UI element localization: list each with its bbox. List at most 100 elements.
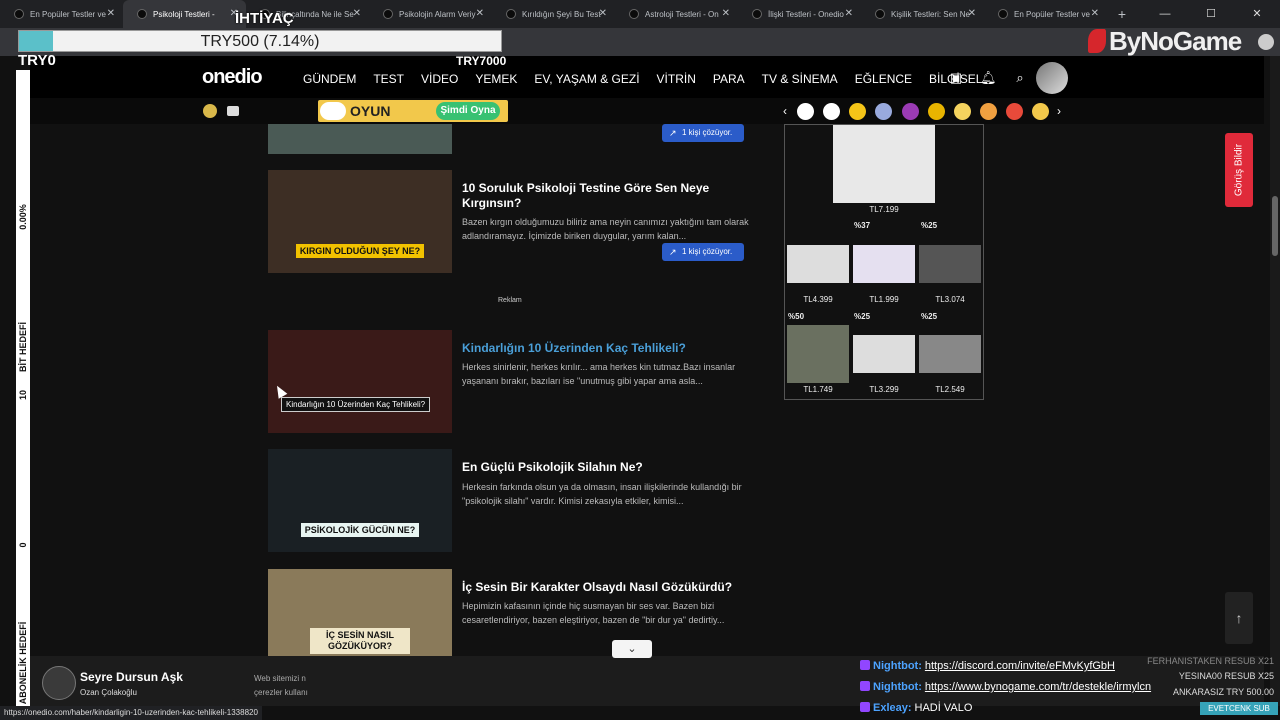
nav-item-yemek[interactable]: YEMEK xyxy=(475,72,517,86)
search-icon[interactable]: ⌕ xyxy=(1012,70,1028,86)
close-window-icon[interactable]: ✕ xyxy=(1234,0,1280,28)
story-circle[interactable] xyxy=(980,103,997,120)
event-row: FERHANISTAKEN RESUB X21 xyxy=(1147,656,1274,666)
nav-item-eglence[interactable]: EĞLENCE xyxy=(855,72,912,86)
browser-tab[interactable]: İlişki Testleri - Onedio ✕ xyxy=(738,0,861,28)
bot-badge-icon xyxy=(860,681,870,691)
story-circle[interactable] xyxy=(797,103,814,120)
onedio-favicon-icon xyxy=(875,9,885,19)
browser-tab[interactable]: Astroloji Testleri - On ✕ xyxy=(615,0,738,28)
bit-goal-value: 10 xyxy=(18,389,28,401)
tab-title: Astroloji Testleri - On xyxy=(645,9,719,19)
bell-icon[interactable]: 🔔︎ xyxy=(980,70,997,86)
scroll-to-top-button[interactable]: ↑ xyxy=(1225,592,1253,644)
browser-tab[interactable]: Kişilik Testleri: Sen Ne ✕ xyxy=(861,0,984,28)
product-image[interactable] xyxy=(919,335,981,373)
article-title[interactable]: 10 Soruluk Psikoloji Testine Göre Sen Ne… xyxy=(462,181,752,211)
close-icon[interactable]: ✕ xyxy=(107,8,115,19)
browser-tab[interactable]: Psikolojin Alarm Veriy ✕ xyxy=(369,0,492,28)
story-circle[interactable] xyxy=(1006,103,1023,120)
close-icon[interactable]: ✕ xyxy=(968,8,976,19)
article-title[interactable]: Kindarlığın 10 Üzerinden Kaç Tehlikeli? xyxy=(462,341,752,356)
nav-item-video[interactable]: VİDEO xyxy=(421,72,458,86)
article-image[interactable] xyxy=(268,124,452,154)
cookie-text: Web sitemizi n çerezler kullanı xyxy=(254,672,308,700)
product-image[interactable] xyxy=(853,335,915,373)
event-name: ANKARASIZ xyxy=(1172,687,1224,697)
article-title[interactable]: En Güçlü Psikolojik Silahın Ne? xyxy=(462,460,752,475)
product-image[interactable] xyxy=(919,245,981,283)
tooltip: Kindarlığın 10 Üzerinden Kaç Tehlikeli? xyxy=(281,397,431,412)
tab-title: Psikoloji Testleri - xyxy=(153,9,215,19)
story-circle[interactable] xyxy=(1032,103,1049,120)
sub-goal-label: ABONELİK HEDEFİ xyxy=(18,621,28,705)
minimize-icon[interactable]: — xyxy=(1142,0,1188,28)
feedback-label: Görüş Bildir xyxy=(1233,143,1245,197)
browser-tab[interactable]: En Popüler Testler ve ✕ xyxy=(0,0,123,28)
browser-tab[interactable]: En Popüler Testler ve ✕ xyxy=(984,0,1107,28)
browser-tab-active[interactable]: Psikoloji Testleri - ✕ xyxy=(123,0,246,28)
maximize-icon[interactable]: ☐ xyxy=(1188,0,1234,28)
article-image[interactable] xyxy=(268,330,452,433)
profile-icon[interactable] xyxy=(1258,34,1274,50)
product-image[interactable] xyxy=(787,245,849,283)
goal-label: İHTİYAÇ xyxy=(235,10,294,27)
story-circle[interactable] xyxy=(823,103,840,120)
feedback-button[interactable]: Görüş Bildir xyxy=(1225,133,1253,207)
close-icon[interactable]: ✕ xyxy=(1091,8,1099,19)
article-title[interactable]: İç Sesin Bir Karakter Olsaydı Nasıl Gözü… xyxy=(462,580,752,595)
chat-icon[interactable]: ▣ xyxy=(948,70,964,86)
donation-goal-text: TRY500 (7.14%) xyxy=(200,33,320,50)
article-image[interactable]: PSİKOLOJİK GÜCÜN NE? xyxy=(268,449,452,552)
article-image-caption: İÇ SESİN NASIL GÖZÜKÜYOR? xyxy=(310,628,410,654)
cookie-text-line: Web sitemizi n xyxy=(254,674,306,683)
product-image[interactable] xyxy=(853,245,915,283)
play-now-button[interactable]: Şimdi Oyna xyxy=(436,102,500,120)
close-icon[interactable]: ✕ xyxy=(476,8,484,19)
product-price: TL1.749 xyxy=(803,385,833,394)
user-avatar[interactable] xyxy=(1036,62,1068,94)
article-image[interactable]: İÇ SESİN NASIL GÖZÜKÜYOR? xyxy=(268,569,452,656)
game-icon[interactable] xyxy=(203,104,217,118)
close-icon[interactable]: ✕ xyxy=(599,8,607,19)
story-circle[interactable] xyxy=(849,103,866,120)
bynogame-mark-icon xyxy=(1088,29,1106,53)
product-image[interactable] xyxy=(833,125,935,203)
story-circle[interactable] xyxy=(902,103,919,120)
nav-item-para[interactable]: PARA xyxy=(713,72,745,86)
nav-item-gundem[interactable]: GÜNDEM xyxy=(303,72,356,86)
nav-item-tv-sinema[interactable]: TV & SİNEMA xyxy=(762,72,838,86)
scrollbar-thumb[interactable] xyxy=(1272,196,1278,256)
ticket-icon[interactable] xyxy=(227,106,239,116)
nav-item-ev-yasam-gezi[interactable]: EV, YAŞAM & GEZİ xyxy=(534,72,639,86)
browser-tab[interactable]: Kırıldığın Şeyi Bu Test ✕ xyxy=(492,0,615,28)
chat-user: Nightbot: xyxy=(873,660,922,672)
new-tab-button[interactable]: + xyxy=(1107,6,1137,22)
now-playing: Seyre Dursun Aşk Ozan Çolakoğlu xyxy=(40,664,250,704)
nav-item-vitrin[interactable]: VİTRİN xyxy=(657,72,696,86)
gamepad-icon xyxy=(320,102,346,120)
nav-item-test[interactable]: TEST xyxy=(373,72,404,86)
close-icon[interactable]: ✕ xyxy=(845,8,853,19)
product-price: TL1.999 xyxy=(869,295,899,304)
bot-badge-icon xyxy=(860,660,870,670)
chevron-down-icon[interactable]: ⌄ xyxy=(612,640,652,658)
onedio-favicon-icon xyxy=(137,9,147,19)
product-image[interactable] xyxy=(787,325,849,383)
chevron-left-icon[interactable]: ‹ xyxy=(783,104,787,118)
discount-badge: %37 xyxy=(854,221,871,230)
article-image[interactable]: KIRGIN OLDUĞUN ŞEY NE? xyxy=(268,170,452,273)
close-icon[interactable]: ✕ xyxy=(722,8,730,19)
story-circle[interactable] xyxy=(928,103,945,120)
status-url: https://onedio.com/haber/kindarligin-10-… xyxy=(0,706,262,720)
close-icon[interactable]: ✕ xyxy=(353,8,361,19)
story-circle[interactable] xyxy=(875,103,892,120)
shopping-ad[interactable]: TL7.199 %37 %25 TL4.399 TL1.999 TL3.074 … xyxy=(784,124,984,400)
tab-title: En Popüler Testler ve xyxy=(1014,9,1090,19)
story-circle[interactable] xyxy=(954,103,971,120)
onedio-logo[interactable]: onedio xyxy=(202,66,263,89)
product-price: TL3.299 xyxy=(869,385,899,394)
chevron-right-icon[interactable]: › xyxy=(1057,104,1061,118)
oyun-banner[interactable]: OYUN Şimdi Oyna xyxy=(318,100,508,122)
scrollbar[interactable] xyxy=(1270,56,1280,706)
